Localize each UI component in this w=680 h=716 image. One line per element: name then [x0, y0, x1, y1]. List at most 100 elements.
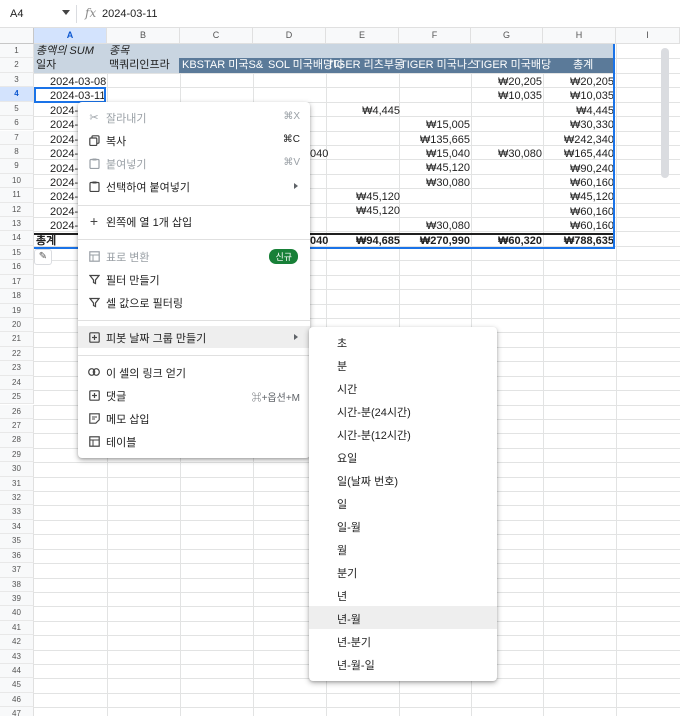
copy-icon: [88, 134, 100, 146]
submenu-item-13[interactable]: 년-분기: [309, 629, 497, 652]
row-header-32[interactable]: 32: [0, 491, 34, 506]
submenu-item-14[interactable]: 년-월-일: [309, 652, 497, 675]
row-header-36[interactable]: 36: [0, 548, 34, 564]
row-header-37[interactable]: 37: [0, 563, 34, 578]
submenu-item-1[interactable]: 분: [309, 353, 497, 376]
column-header-f[interactable]: F: [399, 28, 471, 44]
row-header-13[interactable]: 13: [0, 217, 34, 232]
menu-item-insert-column-left[interactable]: + 왼쪽에 열 1개 삽입: [78, 210, 310, 232]
row-header-45[interactable]: 45: [0, 678, 34, 693]
submenu-item-9[interactable]: 월: [309, 537, 497, 560]
menu-item-copy[interactable]: 복사 ⌘C: [78, 129, 310, 151]
menu-item-paste-special[interactable]: 선택하여 붙여넣기: [78, 175, 310, 197]
submenu-item-7[interactable]: 일: [309, 491, 497, 514]
menu-item-table[interactable]: 테이블: [78, 430, 310, 452]
menu-item-label: 셀 값으로 필터링: [106, 298, 183, 310]
row-header-20[interactable]: 20: [0, 317, 34, 333]
row-header-26[interactable]: 26: [0, 404, 34, 419]
row-header-18[interactable]: 18: [0, 289, 34, 304]
row-header-47[interactable]: 47: [0, 707, 34, 716]
row-header-41[interactable]: 41: [0, 620, 34, 636]
row-header-46[interactable]: 46: [0, 692, 34, 708]
menu-divider: [78, 355, 310, 356]
row-header-23[interactable]: 23: [0, 361, 34, 376]
row-header-28[interactable]: 28: [0, 433, 34, 448]
menu-item-filter-by-value[interactable]: 셀 값으로 필터링: [78, 291, 310, 313]
column-header-a[interactable]: A: [34, 28, 107, 44]
row-header-5[interactable]: 5: [0, 101, 34, 117]
submenu-item-10[interactable]: 분기: [309, 560, 497, 583]
row-header-3[interactable]: 3: [0, 72, 34, 88]
name-box[interactable]: A4: [10, 8, 23, 20]
menu-item-get-link[interactable]: 이 셀의 링크 얻기: [78, 361, 310, 383]
submenu-item-5[interactable]: 요일: [309, 445, 497, 468]
column-header-d[interactable]: D: [253, 28, 326, 44]
menu-item-label: 메모 삽입: [106, 414, 150, 426]
row-header-43[interactable]: 43: [0, 649, 34, 665]
row-header-12[interactable]: 12: [0, 202, 34, 217]
column-header-c[interactable]: C: [180, 28, 253, 44]
menu-item-label: 테이블: [106, 437, 137, 449]
menu-item-pivot-date-group[interactable]: 피봇 날짜 그룹 만들기: [78, 326, 310, 348]
submenu-item-4[interactable]: 시간-분(12시간): [309, 422, 497, 445]
row-header-1[interactable]: 1: [0, 44, 34, 59]
selected-cell-a4[interactable]: [34, 87, 106, 103]
row-header-40[interactable]: 40: [0, 606, 34, 621]
column-header-e[interactable]: E: [326, 28, 399, 44]
row-header-17[interactable]: 17: [0, 274, 34, 290]
select-all-corner[interactable]: [0, 28, 34, 44]
row-header-15[interactable]: 15: [0, 245, 34, 261]
menu-item-paste[interactable]: 붙여넣기 ⌘V: [78, 152, 310, 174]
pivot-date-group-submenu: 초 분 시간시간-분(24시간) 시간-분(12시간) 요일 일(날짜 번호) 일 일-월 월 분…: [309, 327, 497, 681]
row-header-6[interactable]: 6: [0, 116, 34, 131]
vertical-scrollbar[interactable]: [661, 48, 669, 178]
row-header-10[interactable]: 10: [0, 173, 34, 189]
submenu-item-0[interactable]: 초: [309, 330, 497, 353]
row-header-11[interactable]: 11: [0, 188, 34, 203]
submenu-item-label: 년-월: [337, 614, 361, 626]
column-header-h[interactable]: H: [543, 28, 616, 44]
row-header-44[interactable]: 44: [0, 664, 34, 679]
formula-input[interactable]: 2024-03-11: [102, 8, 157, 20]
row-header-4[interactable]: 4: [0, 87, 34, 102]
row-header-34[interactable]: 34: [0, 519, 34, 535]
row-header-2[interactable]: 2: [0, 58, 34, 73]
menu-item-cut[interactable]: ✂ 잘라내기 ⌘X: [78, 106, 310, 128]
row-header-39[interactable]: 39: [0, 591, 34, 607]
submenu-item-8[interactable]: 일-월: [309, 514, 497, 537]
row-header-35[interactable]: 35: [0, 534, 34, 549]
row-header-42[interactable]: 42: [0, 635, 34, 650]
row-header-25[interactable]: 25: [0, 390, 34, 405]
column-header-b[interactable]: B: [107, 28, 180, 44]
row-header-29[interactable]: 29: [0, 447, 34, 463]
row-header-31[interactable]: 31: [0, 476, 34, 491]
row-header-27[interactable]: 27: [0, 418, 34, 434]
row-header-21[interactable]: 21: [0, 332, 34, 347]
submenu-item-3[interactable]: 시간-분(24시간): [309, 399, 497, 422]
menu-item-comment[interactable]: 댓글 ⌘+옵션+M: [78, 384, 310, 406]
row-header-7[interactable]: 7: [0, 130, 34, 145]
fx-icon: fx: [85, 6, 97, 20]
submenu-item-11[interactable]: 년: [309, 583, 497, 606]
row-header-19[interactable]: 19: [0, 303, 34, 318]
row-header-30[interactable]: 30: [0, 462, 34, 477]
submenu-item-label: 시간-분(24시간): [337, 407, 411, 419]
submenu-item-6[interactable]: 일(날짜 번호): [309, 468, 497, 491]
row-header-14[interactable]: 14: [0, 231, 34, 246]
chevron-down-icon[interactable]: [62, 10, 70, 15]
column-header-i[interactable]: I: [616, 28, 680, 44]
row-header-22[interactable]: 22: [0, 346, 34, 362]
row-header-33[interactable]: 33: [0, 505, 34, 520]
submenu-item-2[interactable]: 시간: [309, 376, 497, 399]
row-header-9[interactable]: 9: [0, 159, 34, 174]
row-header-38[interactable]: 38: [0, 577, 34, 592]
row-header-16[interactable]: 16: [0, 260, 34, 275]
pencil-icon[interactable]: ✎: [34, 249, 52, 265]
submenu-item-12[interactable]: 년-월: [309, 606, 497, 629]
menu-item-create-filter[interactable]: 필터 만들기: [78, 268, 310, 290]
menu-item-convert-to-table[interactable]: 표로 변환 신규: [78, 245, 310, 267]
row-header-24[interactable]: 24: [0, 375, 34, 391]
menu-item-insert-note[interactable]: 메모 삽입: [78, 407, 310, 429]
column-header-g[interactable]: G: [471, 28, 543, 44]
row-header-8[interactable]: 8: [0, 144, 34, 160]
